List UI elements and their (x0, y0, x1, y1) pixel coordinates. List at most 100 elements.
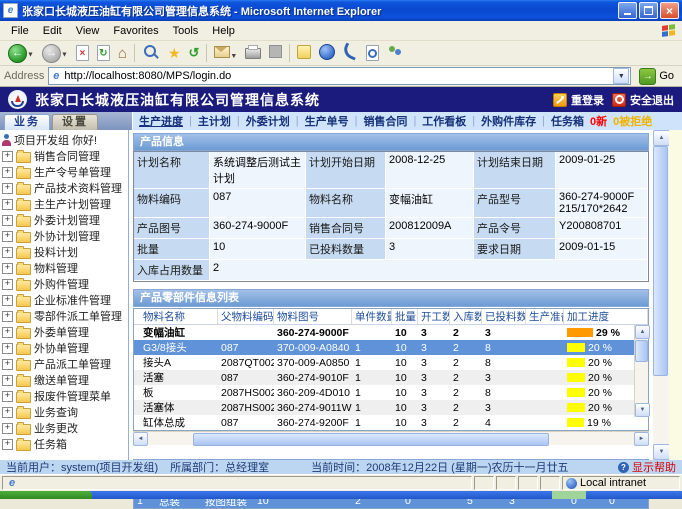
mail-button[interactable]: ▼ (210, 44, 241, 63)
favorites-button[interactable]: ★ (164, 43, 185, 64)
tree-expand-icon[interactable] (2, 327, 13, 338)
minimize-button[interactable] (618, 2, 637, 19)
refresh-button[interactable]: ↻ (93, 43, 114, 63)
parts-scroll-thumb[interactable] (635, 340, 648, 362)
tree-item-业务更改[interactable]: 业务更改 (0, 420, 128, 436)
parts-row[interactable]: G3/8接头087370-009-A084011032820 % (134, 340, 648, 355)
home-button[interactable]: ⌂ (114, 44, 131, 63)
globe-button[interactable] (315, 42, 339, 65)
tree-expand-icon[interactable] (2, 167, 13, 178)
history-button[interactable]: ↺ (185, 43, 204, 63)
tree-expand-icon[interactable] (2, 375, 13, 386)
tree-expand-icon[interactable] (2, 279, 13, 290)
parts-horizontal-scrollbar[interactable]: ◄ ► (133, 431, 649, 445)
tree-item-物料管理[interactable]: 物料管理 (0, 260, 128, 276)
back-button[interactable]: ←▼ (4, 42, 38, 65)
nav-item-主计划[interactable]: 主计划 (198, 113, 231, 129)
relogin-button[interactable]: 重登录 (553, 92, 604, 108)
parts-scroll-up-button[interactable]: ▲ (635, 325, 650, 339)
nav-item-生产单号[interactable]: 生产单号 (305, 113, 349, 129)
print-button[interactable] (241, 42, 265, 64)
tree-item-产品技术资料管理[interactable]: 产品技术资料管理 (0, 180, 128, 196)
tree-expand-icon[interactable] (2, 343, 13, 354)
tree-expand-icon[interactable] (2, 311, 13, 322)
nav-item-工作看板[interactable]: 工作看板 (422, 113, 466, 129)
parts-row[interactable]: 活塞体2087HS002360-274-9011W11032320 % (134, 400, 648, 415)
tree-item-投料计划[interactable]: 投料计划 (0, 244, 128, 260)
tree-item-主生产计划管理[interactable]: 主生产计划管理 (0, 196, 128, 212)
tree-item-报废件管理菜单[interactable]: 报废件管理菜单 (0, 388, 128, 404)
parts-row[interactable]: 变幅油缸360-274-9000F1032329 % (134, 325, 648, 340)
tree-item-产品派工单管理[interactable]: 产品派工单管理 (0, 356, 128, 372)
swoosh-button[interactable] (339, 43, 362, 63)
tree-item-缴送单管理[interactable]: 缴送单管理 (0, 372, 128, 388)
tree-expand-icon[interactable] (2, 295, 13, 306)
parts-scroll-right-button[interactable]: ► (634, 432, 649, 446)
tab-business[interactable]: 业务 (4, 114, 50, 130)
tree-item-外委单管理[interactable]: 外委单管理 (0, 324, 128, 340)
tree-item-外协计划管理[interactable]: 外协计划管理 (0, 228, 128, 244)
tree-expand-icon[interactable] (2, 151, 13, 162)
menu-item-view[interactable]: View (69, 24, 107, 38)
tree-item-业务查询[interactable]: 业务查询 (0, 404, 128, 420)
start-button-fragment[interactable] (0, 491, 92, 499)
menu-item-favorites[interactable]: Favorites (106, 24, 165, 38)
address-input[interactable] (62, 70, 613, 82)
parts-row[interactable]: 接头A2087QT002370-009-A085011032820 % (134, 355, 648, 370)
nav-item-生产进度[interactable]: 生产进度 (139, 113, 183, 129)
tab-settings[interactable]: 设置 (52, 114, 98, 130)
tree-item-外协单管理[interactable]: 外协单管理 (0, 340, 128, 356)
forward-button[interactable]: →▼ (38, 42, 72, 65)
menu-item-tools[interactable]: Tools (166, 24, 206, 38)
menu-item-file[interactable]: File (4, 24, 36, 38)
main-scroll-thumb[interactable] (653, 146, 668, 376)
tree-expand-icon[interactable] (2, 263, 13, 274)
parts-scroll-down-button[interactable]: ▼ (635, 403, 650, 417)
nav-item-销售合同[interactable]: 销售合同 (363, 113, 407, 129)
stop-button[interactable]: × (72, 43, 93, 63)
parts-row[interactable]: 活塞087360-274-9010F11032320 % (134, 370, 648, 385)
tree-item-零部件派工单管理[interactable]: 零部件派工单管理 (0, 308, 128, 324)
parts-row[interactable]: 缸体总成087360-274-9200F11032419 % (134, 415, 648, 430)
show-help-link[interactable]: 显示帮助 (618, 460, 676, 474)
close-button[interactable] (660, 2, 679, 19)
logout-button[interactable]: 安全退出 (612, 92, 674, 108)
tree-item-销售合同管理[interactable]: 销售合同管理 (0, 148, 128, 164)
menu-item-help[interactable]: Help (205, 24, 242, 38)
tree-expand-icon[interactable] (2, 183, 13, 194)
go-button[interactable]: Go (635, 68, 678, 85)
nav-item-外委计划[interactable]: 外委计划 (246, 113, 290, 129)
tree-item-任务箱[interactable]: 任务箱 (0, 436, 128, 452)
maximize-button[interactable] (639, 2, 658, 19)
edit-button[interactable] (265, 43, 286, 63)
parts-row[interactable]: 板2087HS002360-209-4D01011032820 % (134, 385, 648, 400)
parts-hscroll-thumb[interactable] (193, 433, 549, 446)
messenger-button[interactable] (383, 43, 407, 63)
nav-item-外购件库存[interactable]: 外购件库存 (481, 113, 536, 129)
note-button[interactable] (293, 43, 315, 64)
tree-expand-icon[interactable] (2, 407, 13, 418)
main-scroll-up-button[interactable]: ▲ (653, 130, 670, 146)
tree-item-企业标准件管理[interactable]: 企业标准件管理 (0, 292, 128, 308)
parts-scroll-left-button[interactable]: ◄ (133, 432, 148, 446)
research-button[interactable] (362, 43, 383, 63)
tree-expand-icon[interactable] (2, 247, 13, 258)
main-scroll-down-button[interactable]: ▼ (653, 444, 670, 460)
parts-vertical-scrollbar[interactable]: ▲ ▼ (634, 325, 648, 417)
tree-item-外购件管理[interactable]: 外购件管理 (0, 276, 128, 292)
nav-item-任务箱[interactable]: 任务箱 (551, 113, 584, 129)
menu-item-edit[interactable]: Edit (36, 24, 69, 38)
main-scrollbar[interactable]: ▲ ▼ (653, 130, 669, 460)
tree-expand-icon[interactable] (2, 423, 13, 434)
tree-item-外委计划管理[interactable]: 外委计划管理 (0, 212, 128, 228)
tree-expand-icon[interactable] (2, 439, 13, 450)
address-dropdown-button[interactable] (613, 68, 629, 84)
tree-expand-icon[interactable] (2, 215, 13, 226)
search-button[interactable] (138, 41, 164, 66)
address-input-box[interactable] (48, 67, 631, 85)
tree-expand-icon[interactable] (2, 391, 13, 402)
tree-expand-icon[interactable] (2, 231, 13, 242)
tree-expand-icon[interactable] (2, 199, 13, 210)
tree-expand-icon[interactable] (2, 359, 13, 370)
tree-item-生产令号单管理[interactable]: 生产令号单管理 (0, 164, 128, 180)
